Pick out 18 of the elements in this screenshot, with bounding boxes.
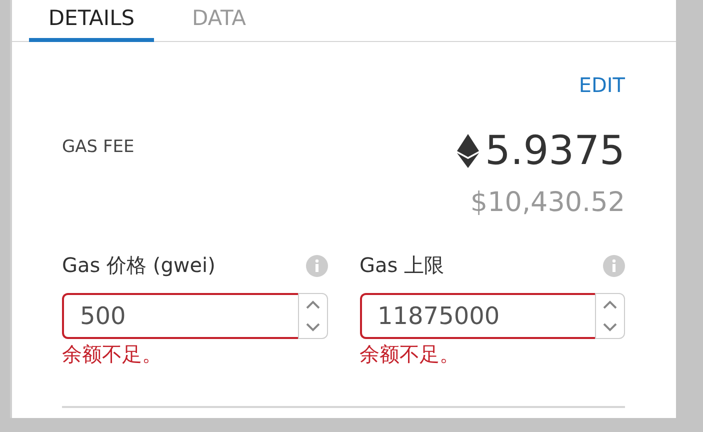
edit-link[interactable]: EDIT	[578, 73, 625, 97]
input-field[interactable]: 500	[62, 293, 298, 339]
field-label: Gas 价格 (gwei)	[62, 252, 216, 279]
gas-fee-label: GAS FEE	[62, 137, 134, 159]
stepper[interactable]	[595, 293, 625, 339]
chevron-up-icon	[304, 300, 320, 310]
diamond-icon	[457, 134, 480, 168]
chevron-down-icon	[304, 322, 320, 332]
gas-fee-amount: 5.9375	[485, 127, 625, 175]
tab[interactable]: DETAILS	[29, 0, 154, 42]
error-message: 余额不足。	[62, 341, 163, 368]
chevron-down-icon	[602, 322, 618, 332]
field-label: Gas 上限	[360, 252, 444, 279]
chevron-up-icon	[602, 300, 618, 310]
fiat-amount: $10,430.52	[470, 187, 625, 218]
input-field[interactable]: 11875000	[360, 293, 595, 339]
stepper[interactable]	[298, 293, 328, 339]
error-message: 余额不足。	[360, 341, 460, 368]
